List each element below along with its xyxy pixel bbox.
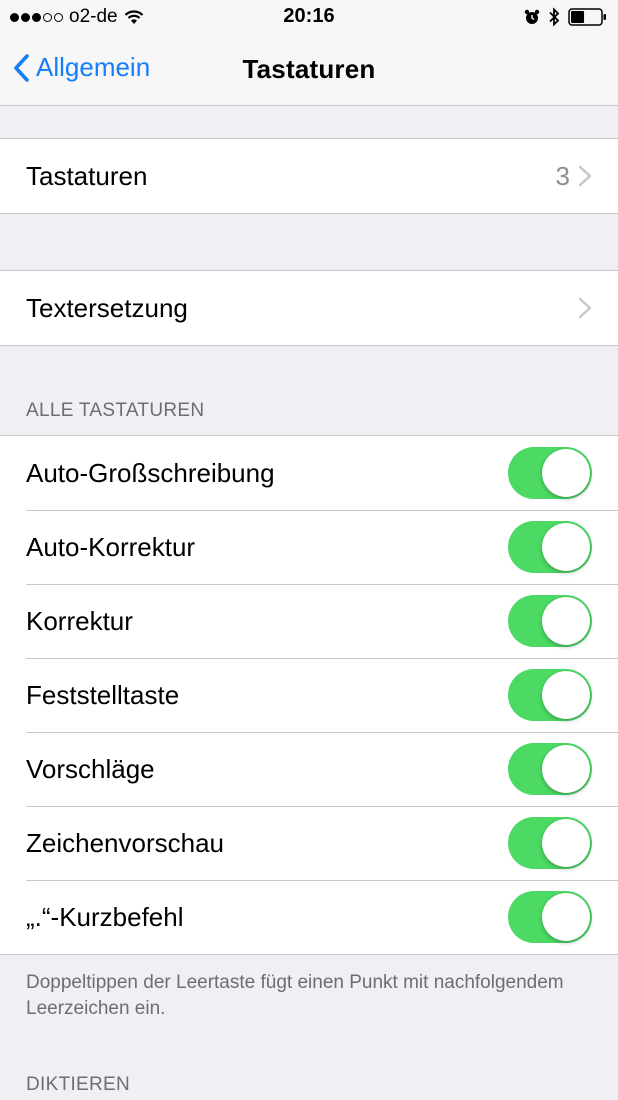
switch-knob [542,819,590,867]
switch-knob [542,745,590,793]
navigation-bar: Allgemein Tastaturen [0,36,618,106]
bluetooth-icon [549,7,560,27]
character-preview-switch[interactable] [508,817,592,869]
text-replacement-group: Textersetzung [0,270,618,346]
toggle-row-spell-check: Korrektur [0,584,618,658]
section-header-all-keyboards: ALLE TASTATUREN [26,400,205,421]
status-bar: o2-de 20:16 [0,0,618,36]
predictive-switch[interactable] [508,743,592,795]
section-header-dictation: DIKTIEREN [26,1074,131,1095]
page-title: Tastaturen [242,54,376,84]
switch-knob [542,449,590,497]
section-footer-note: Doppeltippen der Leertaste fügt einen Pu… [26,972,564,1019]
chevron-right-icon [578,165,592,187]
toggle-row-caps-lock: Feststelltaste [0,658,618,732]
toggle-row-predictive: Vorschläge [0,732,618,806]
alarm-icon [524,9,540,24]
status-right [524,7,608,27]
toggle-row-auto-correction: Auto-Korrektur [0,510,618,584]
switch-knob [542,523,590,571]
spell-check-switch[interactable] [508,595,592,647]
caps-lock-switch[interactable] [508,669,592,721]
toggle-row-auto-capitalization: Auto-Großschreibung [0,436,618,510]
all-keyboards-group: Auto-Großschreibung Auto-Korrektur Korre… [0,435,618,955]
auto-correction-switch[interactable] [508,521,592,573]
switch-knob [542,893,590,941]
toggle-row-character-preview: Zeichenvorschau [0,806,618,880]
auto-capitalization-switch[interactable] [508,447,592,499]
text-replacement-label: Textersetzung [26,292,188,323]
keyboards-label: Tastaturen [26,160,148,191]
toggle-row-period-shortcut: „.“-Kurzbefehl [0,880,618,954]
battery-icon [568,8,606,26]
keyboards-row[interactable]: Tastaturen 3 [0,139,618,213]
chevron-right-icon [578,297,592,319]
switch-knob [542,597,590,645]
keyboards-count: 3 [555,160,570,191]
keyboards-group: Tastaturen 3 [0,138,618,214]
text-replacement-row[interactable]: Textersetzung [0,271,618,345]
period-shortcut-switch[interactable] [508,891,592,943]
switch-knob [542,671,590,719]
